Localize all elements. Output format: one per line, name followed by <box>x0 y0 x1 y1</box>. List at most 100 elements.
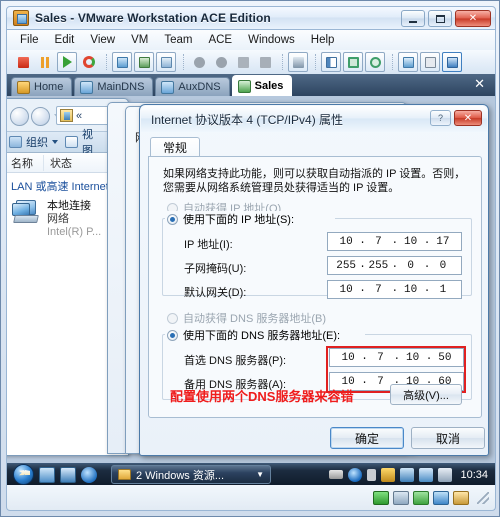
advanced-button[interactable]: 高级(V)... <box>390 384 462 405</box>
tab-auxdns[interactable]: AuxDNS <box>155 77 230 96</box>
input-default-gateway[interactable]: 10 7 10 1 <box>327 280 462 299</box>
close-tab-button[interactable]: ✕ <box>474 77 485 91</box>
full-screen-icon[interactable] <box>343 52 363 72</box>
power-off-icon[interactable] <box>13 52 33 72</box>
octet-4[interactable]: 50 <box>426 351 461 364</box>
octet-1[interactable]: 10 <box>332 352 364 364</box>
ok-button[interactable]: 确定 <box>330 427 404 449</box>
menu-ace[interactable]: ACE <box>201 32 239 48</box>
taskbar-button-explorer[interactable]: 2 Windows 资源... ▼ <box>111 465 271 484</box>
chevron-down-icon[interactable]: ▼ <box>256 470 264 479</box>
keyboard-icon[interactable] <box>329 470 344 479</box>
cd-dvd-icon[interactable] <box>393 490 409 505</box>
octet-3[interactable]: 10 <box>391 235 427 248</box>
security-icon[interactable] <box>381 467 396 482</box>
radio-dns-automatic[interactable]: 自动获得 DNS 服务器地址(B) <box>167 310 326 326</box>
sound-icon[interactable] <box>433 490 449 505</box>
internet-explorer-icon[interactable] <box>81 466 97 483</box>
minimize-button[interactable] <box>401 10 425 27</box>
resize-grip[interactable] <box>477 491 489 504</box>
column-header-status[interactable]: 状态 <box>43 154 72 171</box>
network-adapter-icon[interactable] <box>413 490 429 505</box>
organize-button[interactable]: 组织 <box>26 134 48 150</box>
octet-3[interactable]: 10 <box>393 351 429 364</box>
tab-general[interactable]: 常规 <box>150 137 201 157</box>
toolbar-separator <box>282 54 283 70</box>
hard-disk-icon[interactable] <box>373 490 389 505</box>
input-ip-address[interactable]: 10 7 10 17 <box>327 232 462 251</box>
tab-maindns[interactable]: MainDNS <box>74 77 154 96</box>
menu-vm[interactable]: VM <box>124 32 155 48</box>
snapshot-manager-icon[interactable] <box>156 52 176 72</box>
taskbar-clock[interactable]: 10:34 <box>460 469 488 481</box>
start-orb[interactable] <box>13 464 34 485</box>
reset-icon[interactable] <box>79 52 99 72</box>
snapshot-revert-icon[interactable] <box>134 52 154 72</box>
capture-icon[interactable] <box>288 52 308 72</box>
summary-view-icon[interactable] <box>420 52 440 72</box>
radio-indicator <box>167 329 178 341</box>
unity-icon[interactable] <box>398 52 418 72</box>
team-icon[interactable] <box>189 52 209 72</box>
octet-1[interactable]: 255 <box>330 260 362 272</box>
octet-2[interactable]: 255 <box>359 259 394 272</box>
help-icon[interactable] <box>348 467 363 482</box>
octet-2[interactable]: 7 <box>359 235 394 248</box>
sidebar-toggle-icon[interactable] <box>321 52 341 72</box>
power-on-icon[interactable] <box>57 52 77 72</box>
team-settings-icon[interactable] <box>211 52 231 72</box>
forward-button[interactable] <box>31 106 50 126</box>
menu-file[interactable]: File <box>13 32 46 48</box>
volume-muted-icon[interactable] <box>438 467 453 482</box>
window-title: Sales - VMware Workstation ACE Edition <box>35 11 271 25</box>
console-view-icon[interactable] <box>442 52 462 72</box>
octet-1[interactable]: 10 <box>330 236 362 248</box>
octet-4[interactable]: 1 <box>424 283 459 296</box>
label-default-gateway: 默认网关(D): <box>184 287 247 299</box>
vm-toolbar <box>6 50 496 74</box>
menu-edit[interactable]: Edit <box>48 32 82 48</box>
updates-icon[interactable] <box>367 468 377 481</box>
close-button[interactable]: ✕ <box>455 10 491 27</box>
suspend-icon[interactable] <box>35 52 55 72</box>
dialog-close-button[interactable]: ✕ <box>454 110 482 126</box>
tab-sales[interactable]: Sales <box>231 75 293 96</box>
input-subnet-mask[interactable]: 255 255 0 0 <box>327 256 462 275</box>
menu-bar: File Edit View VM Team ACE Windows Help <box>6 30 496 50</box>
cancel-button[interactable]: 取消 <box>411 427 485 449</box>
menu-team[interactable]: Team <box>157 32 199 48</box>
vm-tab-icon <box>80 80 94 94</box>
vmware-window-icon <box>13 10 29 26</box>
octet-1[interactable]: 10 <box>330 284 362 296</box>
octet-2[interactable]: 7 <box>359 283 394 296</box>
radio-dns-manual[interactable]: 使用下面的 DNS 服务器地址(E): <box>167 327 340 343</box>
menu-windows[interactable]: Windows <box>241 32 302 48</box>
octet-2[interactable]: 7 <box>361 351 396 364</box>
maximize-button[interactable] <box>428 10 452 27</box>
radio-ip-manual[interactable]: 使用下面的 IP 地址(S): <box>167 211 294 227</box>
snapshot-take-icon[interactable] <box>112 52 132 72</box>
usb-icon[interactable] <box>453 490 469 505</box>
address-overflow-chevron[interactable]: « <box>76 110 82 122</box>
quick-switch-icon[interactable] <box>365 52 385 72</box>
vmware-status-bar <box>6 485 496 511</box>
input-preferred-dns[interactable]: 10 7 10 50 <box>329 348 464 367</box>
back-button[interactable] <box>10 106 29 126</box>
switch-window-icon[interactable] <box>60 466 76 483</box>
octet-3[interactable]: 0 <box>391 259 427 272</box>
network-icon[interactable] <box>419 467 434 482</box>
show-desktop-icon[interactable] <box>39 466 55 483</box>
octet-4[interactable]: 0 <box>424 259 459 272</box>
help-button[interactable]: ? <box>430 110 451 126</box>
chevron-down-icon[interactable] <box>52 140 58 144</box>
octet-3[interactable]: 10 <box>391 283 427 296</box>
menu-help[interactable]: Help <box>304 32 342 48</box>
tab-home[interactable]: Home <box>11 77 73 96</box>
menu-view[interactable]: View <box>83 32 122 48</box>
network-sync-icon[interactable] <box>400 467 415 482</box>
octet-4[interactable]: 17 <box>424 235 459 248</box>
views-icon <box>65 136 78 148</box>
connection-icon[interactable] <box>255 52 275 72</box>
column-header-name[interactable]: 名称 <box>7 155 33 171</box>
lan-segment-icon[interactable] <box>233 52 253 72</box>
